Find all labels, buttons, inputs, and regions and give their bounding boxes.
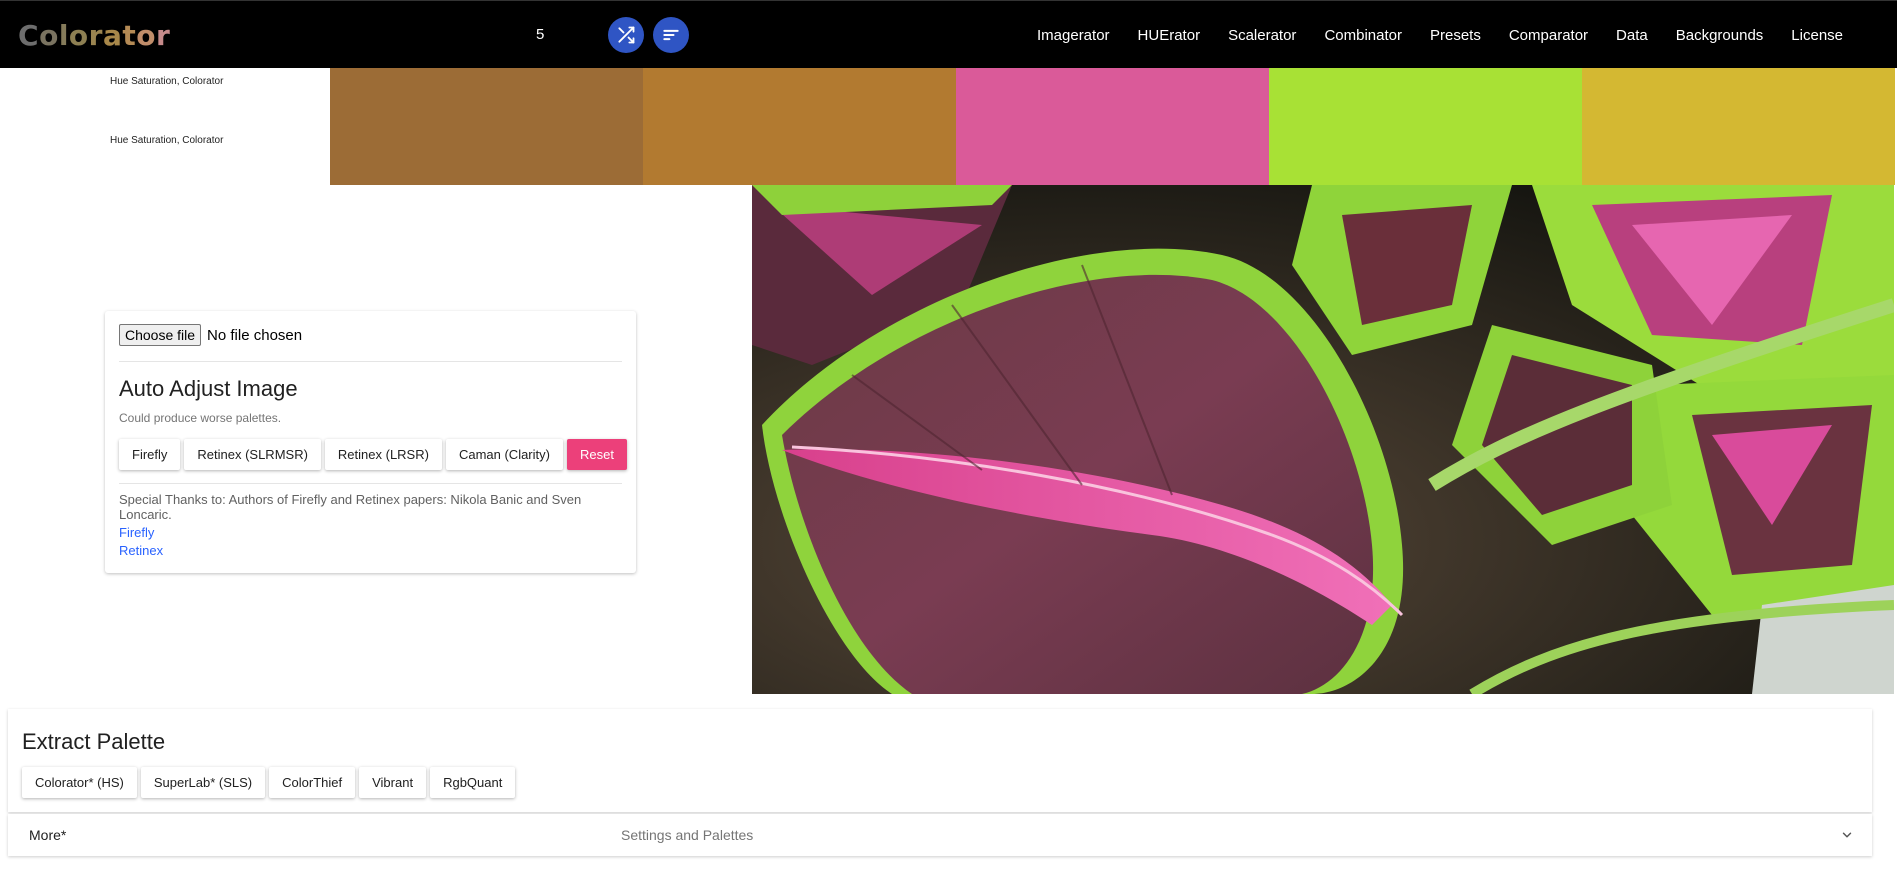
logo-letter: l <box>58 19 69 52</box>
nav-combinator[interactable]: Combinator <box>1310 27 1416 44</box>
superlab-sls-button[interactable]: SuperLab* (SLS) <box>140 767 266 798</box>
logo-letter: r <box>88 19 103 52</box>
logo-letter: r <box>156 19 171 52</box>
nav-license[interactable]: License <box>1777 27 1857 44</box>
color-swatch[interactable] <box>1269 68 1582 185</box>
nav-scalerator[interactable]: Scalerator <box>1214 27 1310 44</box>
more-label: More* <box>29 827 67 843</box>
chevron-down-icon[interactable] <box>1840 828 1854 842</box>
shuffle-button[interactable] <box>608 17 644 53</box>
file-input[interactable]: Choose file No file chosen <box>119 323 622 347</box>
palette-label: Hue Saturation, Colorator <box>110 76 224 87</box>
logo-letter: a <box>102 19 123 52</box>
nav-imagerator[interactable]: Imagerator <box>1023 27 1124 44</box>
retinex-slrmsr-button[interactable]: Retinex (SLRMSR) <box>184 439 321 470</box>
extract-buttons: Colorator* (HS) SuperLab* (SLS) ColorThi… <box>22 767 1858 798</box>
source-image <box>752 185 1894 694</box>
file-status: No file chosen <box>207 326 303 344</box>
colorator-hs-button[interactable]: Colorator* (HS) <box>22 767 137 798</box>
more-expansion-panel[interactable]: More* Settings and Palettes <box>8 814 1872 856</box>
color-swatch[interactable] <box>956 68 1269 185</box>
logo-letter: o <box>68 19 89 52</box>
logo-letter: C <box>18 19 40 52</box>
nav-huerator[interactable]: HUErator <box>1124 27 1215 44</box>
nav-comparator[interactable]: Comparator <box>1495 27 1602 44</box>
reset-button[interactable]: Reset <box>566 439 627 470</box>
color-swatch[interactable] <box>330 68 643 185</box>
nav-presets[interactable]: Presets <box>1416 27 1495 44</box>
palette-label: Hue Saturation, Colorator <box>110 135 224 146</box>
choose-file-button[interactable]: Choose file <box>119 324 202 346</box>
auto-adjust-title: Auto Adjust Image <box>119 376 298 401</box>
nav-data[interactable]: Data <box>1602 27 1662 44</box>
nav-backgrounds[interactable]: Backgrounds <box>1662 27 1778 44</box>
extract-palette-title: Extract Palette <box>22 729 166 754</box>
divider <box>119 483 622 484</box>
retinex-lrsr-button[interactable]: Retinex (LRSR) <box>324 439 442 470</box>
sort-icon <box>663 29 679 41</box>
coleus-leaf-image <box>752 185 1894 694</box>
auto-adjust-subtitle: Could produce worse palettes. <box>119 411 282 425</box>
rgbquant-button[interactable]: RgbQuant <box>430 767 516 798</box>
settings-and-palettes-label: Settings and Palettes <box>621 827 754 843</box>
sort-button[interactable] <box>653 17 689 53</box>
vibrant-button[interactable]: Vibrant <box>359 767 427 798</box>
logo-letter: t <box>122 19 137 52</box>
logo-letter: o <box>39 19 59 52</box>
app-logo[interactable]: Colorator <box>18 19 170 52</box>
firefly-link[interactable]: Firefly <box>119 525 622 540</box>
shuffle-icon <box>618 26 635 44</box>
palette-swatches <box>330 68 1895 185</box>
extract-palette-panel: Extract Palette Colorator* (HS) SuperLab… <box>8 709 1872 812</box>
firefly-button[interactable]: Firefly <box>119 439 181 470</box>
color-swatch[interactable] <box>1582 68 1895 185</box>
color-swatch[interactable] <box>643 68 956 185</box>
logo-letter: o <box>136 19 157 52</box>
palette-count: 5 <box>536 26 545 43</box>
main-nav: Imagerator HUErator Scalerator Combinato… <box>1023 1 1857 69</box>
auto-adjust-card: Choose file No file chosen Auto Adjust I… <box>105 311 636 573</box>
caman-clarity-button[interactable]: Caman (Clarity) <box>445 439 563 470</box>
thanks-text: Special Thanks to: Authors of Firefly an… <box>119 492 582 522</box>
top-navbar: Colorator 5 Imagerator HUErator Scalerat… <box>0 0 1897 68</box>
retinex-link[interactable]: Retinex <box>119 543 622 558</box>
colorthief-button[interactable]: ColorThief <box>269 767 356 798</box>
adjust-buttons: Firefly Retinex (SLRMSR) Retinex (LRSR) … <box>119 439 627 470</box>
palette-labels: Hue Saturation, Colorator Hue Saturation… <box>0 68 330 185</box>
divider <box>119 361 622 362</box>
